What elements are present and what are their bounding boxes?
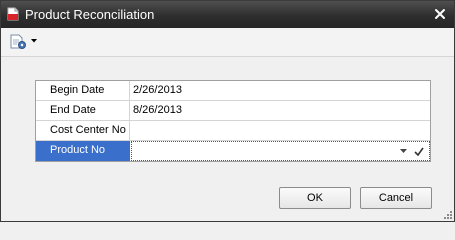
chevron-down-icon xyxy=(31,39,37,43)
document-app-icon xyxy=(7,7,19,21)
document-settings-icon xyxy=(10,34,26,49)
options-menu-button[interactable] xyxy=(7,33,41,51)
title-bar[interactable]: Product Reconciliation xyxy=(1,1,454,28)
ok-button[interactable]: OK xyxy=(279,187,351,209)
cancel-button[interactable]: Cancel xyxy=(360,187,432,209)
row-label: Begin Date xyxy=(36,81,130,100)
chevron-down-icon[interactable] xyxy=(400,149,407,153)
begin-date-value[interactable]: 2/26/2013 xyxy=(131,81,430,100)
parameter-grid: Begin Date 2/26/2013 End Date 8/26/2013 … xyxy=(35,80,431,162)
row-label: Cost Center No xyxy=(36,121,130,140)
product-no-editor[interactable] xyxy=(131,141,430,161)
toolbar xyxy=(1,28,454,57)
grid-row-product-no[interactable]: Product No xyxy=(36,141,430,161)
close-icon[interactable] xyxy=(432,6,448,22)
row-label: End Date xyxy=(36,101,130,120)
check-icon[interactable] xyxy=(414,147,424,156)
end-date-value[interactable]: 8/26/2013 xyxy=(131,101,430,120)
grid-row-cost-center-no[interactable]: Cost Center No xyxy=(36,121,430,141)
row-label: Product No xyxy=(36,141,130,161)
product-reconciliation-dialog: Product Reconciliation Begin Date 2/26/2… xyxy=(0,0,455,222)
resize-grip-icon[interactable] xyxy=(442,209,452,219)
cost-center-no-value[interactable] xyxy=(131,121,430,140)
grid-row-begin-date[interactable]: Begin Date 2/26/2013 xyxy=(36,81,430,101)
grid-row-end-date[interactable]: End Date 8/26/2013 xyxy=(36,101,430,121)
window-title: Product Reconciliation xyxy=(25,7,155,22)
